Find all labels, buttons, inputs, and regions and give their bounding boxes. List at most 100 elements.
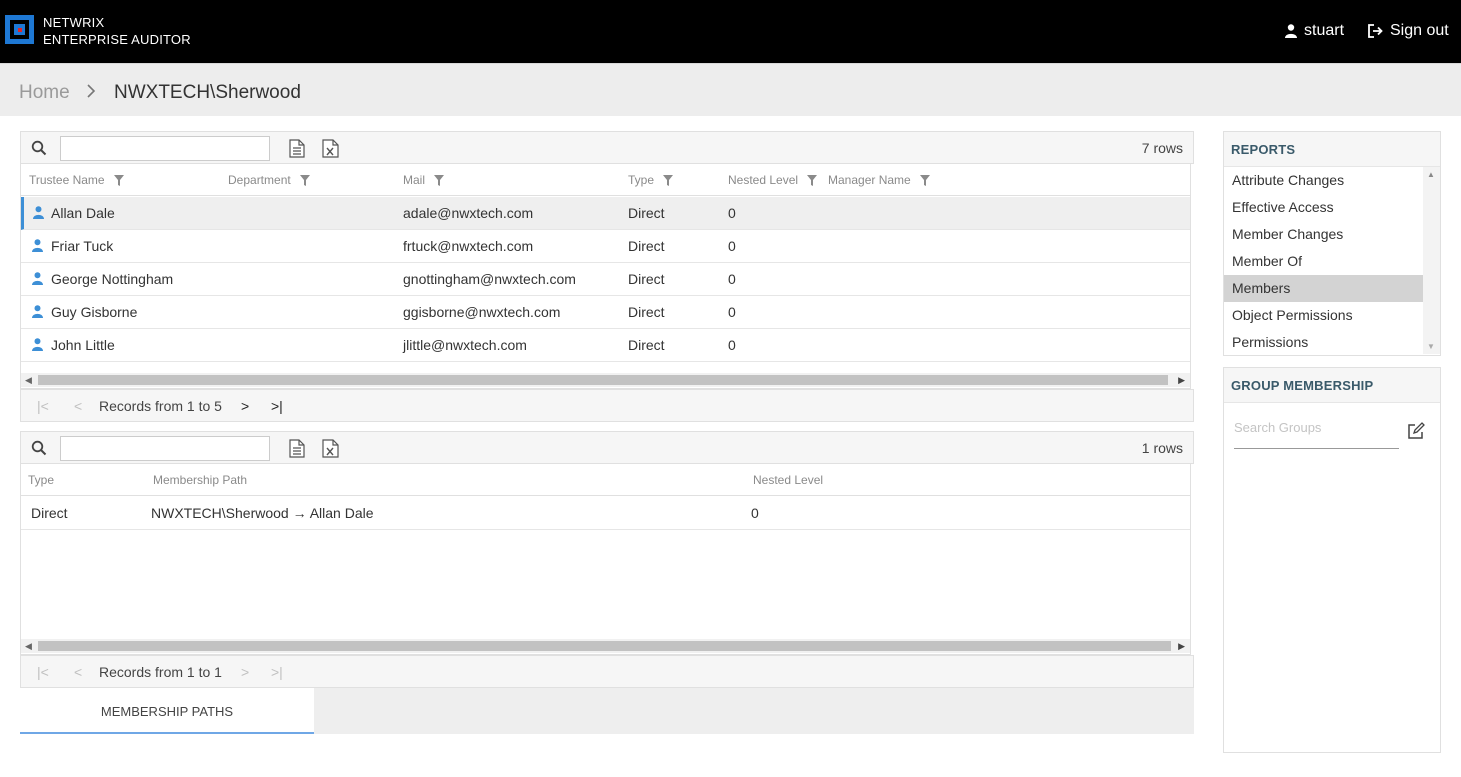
mail-cell: frtuck@nwxtech.com [403, 238, 534, 254]
column-label: Manager Name [828, 173, 911, 187]
user-icon [32, 338, 43, 351]
members-horizontal-scrollbar[interactable]: ◀ ▶ [21, 373, 1190, 387]
column-trustee-name[interactable]: Trustee Name [29, 173, 124, 187]
type-cell: Direct [628, 271, 665, 287]
report-permissions[interactable]: Permissions [1224, 329, 1423, 356]
table-row[interactable]: Guy Gisborne ggisborne@nwxtech.com Direc… [21, 296, 1190, 329]
column-nested-level[interactable]: Nested Level [753, 473, 823, 487]
tab-membership-paths[interactable]: MEMBERSHIP PATHS [20, 688, 314, 734]
filter-icon[interactable] [663, 174, 674, 186]
type-cell: Direct [31, 505, 68, 521]
nested-level-cell: 0 [728, 304, 736, 320]
column-type[interactable]: Type [628, 173, 674, 187]
mail-cell: ggisborne@nwxtech.com [403, 304, 561, 320]
sign-out-button[interactable]: Sign out [1368, 22, 1449, 40]
scrollbar-thumb[interactable] [38, 375, 1168, 385]
reports-title: REPORTS [1224, 132, 1440, 167]
breadcrumb-separator-icon [86, 82, 96, 103]
scroll-up-icon[interactable]: ▲ [1427, 170, 1435, 179]
export-document-icon[interactable] [289, 139, 305, 158]
search-groups-input[interactable]: Search Groups [1234, 416, 1399, 449]
filter-icon[interactable] [299, 174, 310, 186]
brand-line-1: NETWRIX [43, 15, 105, 30]
column-mail[interactable]: Mail [403, 173, 445, 187]
paths-pager: |< < Records from 1 to 1 > >| [20, 655, 1194, 688]
breadcrumb-current: NWXTECH\Sherwood [114, 82, 301, 103]
filter-icon[interactable] [919, 174, 930, 186]
paths-grid-header: Type Membership Path Nested Level [21, 464, 1190, 496]
search-icon [31, 440, 47, 456]
report-member-changes[interactable]: Member Changes [1224, 221, 1423, 248]
scrollbar-thumb[interactable] [38, 641, 1171, 651]
export-excel-icon[interactable] [322, 439, 339, 458]
user-name: stuart [1304, 22, 1345, 39]
sign-out-label: Sign out [1390, 22, 1449, 39]
nested-level-cell: 0 [728, 238, 736, 254]
report-object-permissions[interactable]: Object Permissions [1224, 302, 1423, 329]
report-members[interactable]: Members [1224, 275, 1423, 302]
reports-panel: REPORTS Attribute Changes Effective Acce… [1223, 131, 1441, 356]
filter-icon[interactable] [434, 174, 445, 186]
mail-cell: adale@nwxtech.com [403, 205, 534, 221]
type-cell: Direct [628, 337, 665, 353]
column-label: Nested Level [753, 473, 824, 487]
mail-cell: gnottingham@nwxtech.com [403, 271, 576, 287]
mail-cell: jlittle@nwxtech.com [403, 337, 527, 353]
column-type[interactable]: Type [28, 473, 54, 487]
scroll-left-icon[interactable]: ◀ [25, 375, 32, 386]
brand-name: NETWRIX ENTERPRISE AUDITOR [43, 14, 191, 48]
table-row[interactable]: Friar Tuck frtuck@nwxtech.com Direct 0 [21, 230, 1190, 263]
prev-page-icon[interactable]: < [74, 664, 82, 680]
paths-toolbar: 1 rows [20, 431, 1194, 464]
last-page-icon[interactable]: >| [271, 664, 283, 680]
members-grid: Trustee Name Department Mail Type Nested… [20, 164, 1191, 389]
next-page-icon[interactable]: > [241, 398, 249, 414]
edit-icon[interactable] [1407, 422, 1425, 440]
reports-vertical-scrollbar[interactable]: ▲ ▼ [1423, 167, 1440, 354]
nested-level-cell: 0 [728, 337, 736, 353]
column-membership-path[interactable]: Membership Path [153, 473, 247, 487]
members-pager-text: Records from 1 to 5 [99, 398, 222, 414]
prev-page-icon[interactable]: < [74, 398, 82, 414]
breadcrumb-home[interactable]: Home [19, 82, 70, 104]
filter-icon[interactable] [113, 174, 124, 186]
column-manager-name[interactable]: Manager Name [828, 173, 930, 187]
table-row[interactable]: Direct NWXTECH\Sherwood → Allan Dale 0 [21, 497, 1190, 530]
user-icon [32, 272, 43, 285]
export-document-icon[interactable] [289, 439, 305, 458]
first-page-icon[interactable]: |< [37, 398, 49, 414]
search-icon [31, 140, 47, 156]
report-effective-access[interactable]: Effective Access [1224, 194, 1423, 221]
filter-icon[interactable] [807, 174, 818, 186]
table-row[interactable]: George Nottingham gnottingham@nwxtech.co… [21, 263, 1190, 296]
last-page-icon[interactable]: >| [271, 398, 283, 414]
column-label: Mail [403, 173, 426, 187]
group-membership-title: GROUP MEMBERSHIP [1224, 368, 1440, 403]
report-member-of[interactable]: Member Of [1224, 248, 1423, 275]
scroll-right-icon[interactable]: ▶ [1178, 641, 1185, 652]
scroll-down-icon[interactable]: ▼ [1427, 342, 1435, 351]
next-page-icon[interactable]: > [241, 664, 249, 680]
user-icon [32, 305, 43, 318]
column-department[interactable]: Department [228, 173, 310, 187]
first-page-icon[interactable]: |< [37, 664, 49, 680]
report-attribute-changes[interactable]: Attribute Changes [1224, 167, 1423, 194]
table-row[interactable]: John Little jlittle@nwxtech.com Direct 0 [21, 329, 1190, 362]
paths-search-input[interactable] [60, 436, 270, 461]
column-label: Type [628, 173, 655, 187]
paths-horizontal-scrollbar[interactable]: ◀ ▶ [21, 639, 1190, 653]
column-nested-level[interactable]: Nested Level [728, 173, 818, 187]
trustee-name-cell: Guy Gisborne [51, 304, 138, 320]
membership-paths-grid: Type Membership Path Nested Level Direct… [20, 464, 1191, 655]
table-row[interactable]: Allan Dale adale@nwxtech.com Direct 0 [21, 197, 1190, 230]
members-grid-header: Trustee Name Department Mail Type Nested… [21, 164, 1190, 196]
scroll-left-icon[interactable]: ◀ [25, 641, 32, 652]
members-search-input[interactable] [60, 136, 270, 161]
export-excel-icon[interactable] [322, 139, 339, 158]
trustee-name-cell: George Nottingham [51, 271, 174, 287]
column-label: Trustee Name [29, 173, 105, 187]
scroll-right-icon[interactable]: ▶ [1178, 375, 1185, 386]
sign-out-icon [1368, 24, 1383, 38]
user-menu[interactable]: stuart [1285, 22, 1344, 40]
members-toolbar: 7 rows [20, 131, 1194, 164]
